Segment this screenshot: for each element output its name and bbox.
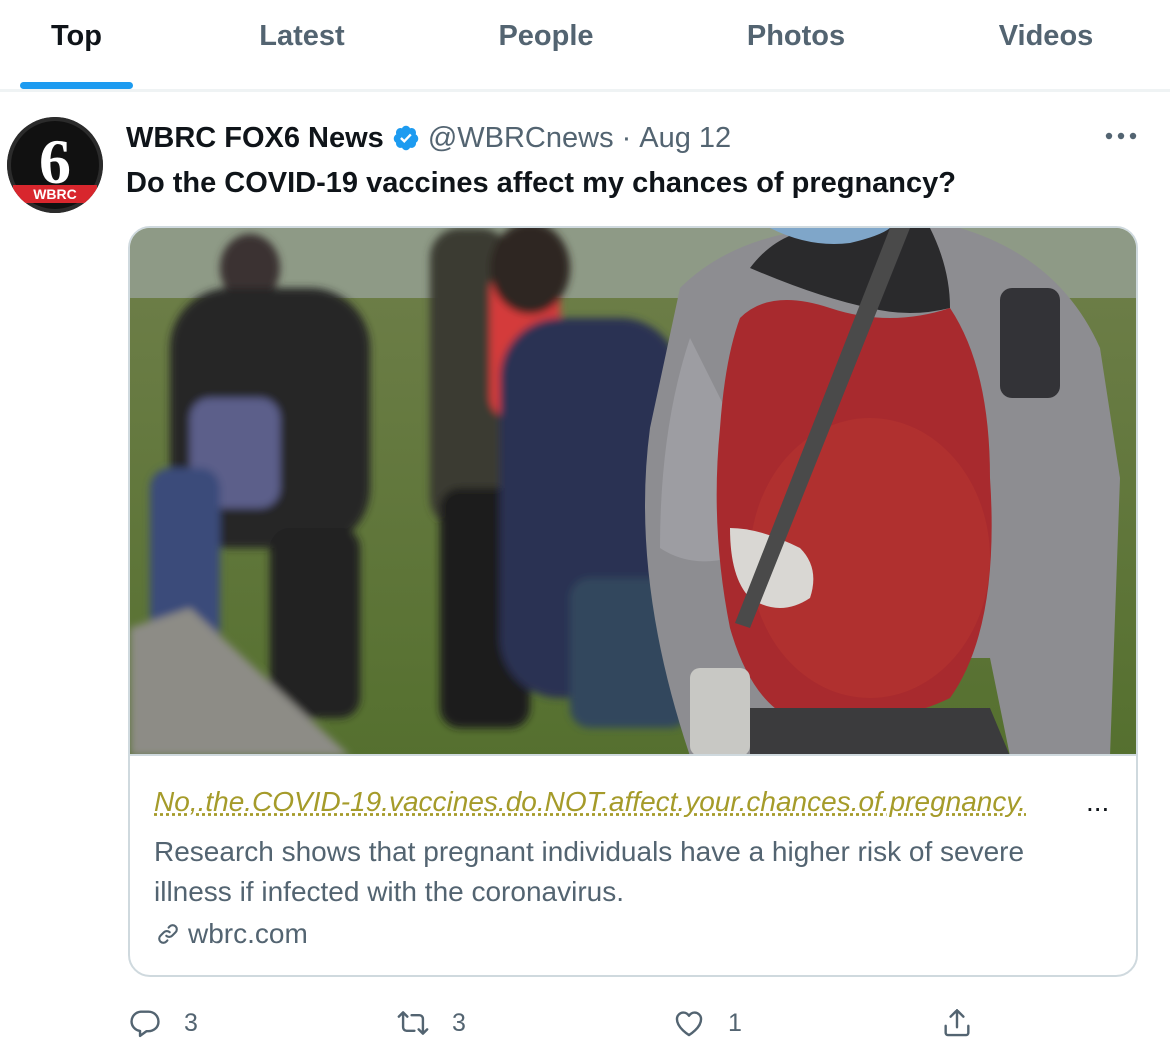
- link-card[interactable]: No,.the.COVID-19.vaccines.do.NOT.affect.…: [128, 226, 1138, 977]
- retweet-button[interactable]: 3: [396, 998, 466, 1048]
- tab-top[interactable]: Top: [20, 0, 133, 92]
- like-count: 1: [728, 1008, 742, 1037]
- heart-icon: [675, 1011, 703, 1037]
- card-photo: [130, 228, 1136, 754]
- tab-photos[interactable]: Photos: [730, 0, 862, 92]
- share-icon: [944, 1009, 970, 1037]
- wbrc-logo: 6 WBRC: [7, 117, 103, 213]
- active-tab-indicator: [20, 82, 133, 89]
- card-description: Research shows that pregnant individuals…: [154, 836, 1025, 907]
- card-title-ellipsis: ...: [1086, 786, 1110, 817]
- share-button[interactable]: [940, 998, 974, 1048]
- tab-videos[interactable]: Videos: [980, 0, 1112, 92]
- card-title[interactable]: No,.the.COVID-19.vaccines.do.NOT.affect.…: [154, 786, 1084, 818]
- card-domain[interactable]: wbrc.com: [154, 916, 308, 952]
- separator-dot: ·: [621, 121, 632, 154]
- tweet-date[interactable]: Aug 12: [639, 122, 731, 155]
- tweet-header: WBRC FOX6 News @WBRCnews · Aug 12: [126, 118, 731, 158]
- tweet-actions: 3 3 1: [0, 998, 1170, 1048]
- verified-badge-icon: [393, 125, 419, 151]
- card-domain-text: wbrc.com: [188, 918, 308, 949]
- reply-icon: [130, 1010, 160, 1038]
- avatar[interactable]: 6 WBRC: [7, 117, 103, 213]
- avatar-label: WBRC: [33, 186, 77, 202]
- like-button[interactable]: 1: [672, 998, 742, 1048]
- retweet-icon: [397, 1011, 429, 1035]
- tweet-text: Do the COVID-19 vaccines affect my chanc…: [126, 167, 956, 199]
- more-icon[interactable]: [1097, 118, 1145, 154]
- tab-people[interactable]: People: [480, 0, 612, 92]
- reply-button[interactable]: 3: [128, 998, 198, 1048]
- search-tabs: Top Latest People Photos Videos: [0, 0, 1170, 92]
- link-icon: [158, 924, 178, 944]
- retweet-count: 3: [452, 1008, 466, 1037]
- display-name[interactable]: WBRC FOX6 News: [126, 122, 384, 155]
- more-dots-icon: [1105, 132, 1137, 140]
- handle[interactable]: @WBRCnews: [428, 122, 614, 155]
- card-image[interactable]: [130, 228, 1136, 756]
- tab-latest[interactable]: Latest: [240, 0, 364, 92]
- reply-count: 3: [184, 1008, 198, 1037]
